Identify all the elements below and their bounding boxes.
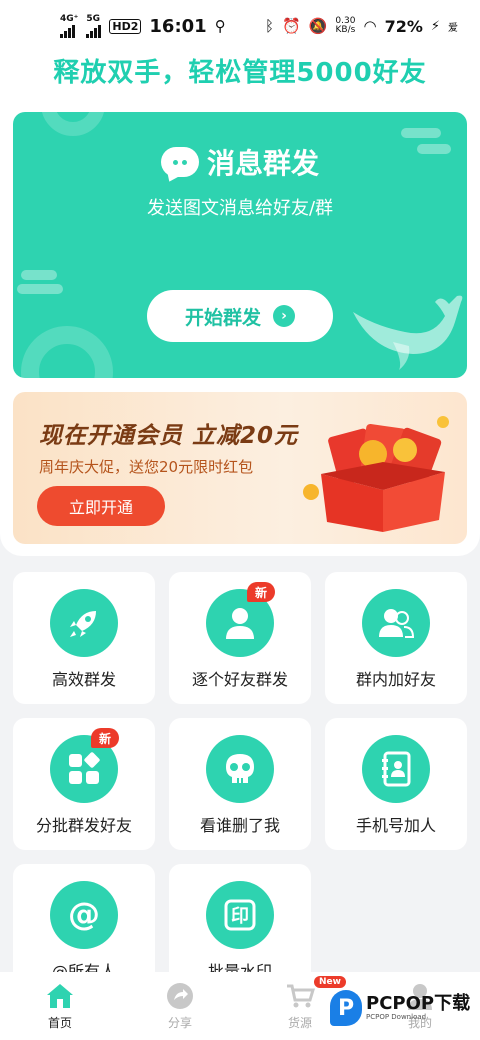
start-mass-send-button[interactable]: 开始群发 › — [147, 290, 333, 342]
new-badge: 新 — [91, 728, 120, 748]
alarm-icon: ⏰ — [282, 17, 301, 35]
skull-icon — [206, 735, 274, 803]
chat-bubble-icon — [160, 147, 199, 177]
page-headline: 释放双手，轻松管理5000好友 — [53, 58, 427, 88]
signal-icon — [86, 24, 102, 38]
feature-tile[interactable]: 逐个好友群发 新 — [169, 572, 311, 704]
clock: 16:01 — [149, 15, 207, 37]
nav-share-label: 分享 — [167, 1016, 192, 1030]
battery-level: 72% — [384, 16, 423, 36]
whale-icon — [353, 295, 463, 370]
usb-icon: ⚲ — [214, 17, 226, 35]
svg-text:印: 印 — [231, 906, 249, 927]
net-label-4g: 4G⁺ — [60, 13, 79, 24]
feature-tile[interactable]: 高效群发 — [13, 572, 155, 704]
wifi-icon: ◠ — [363, 17, 377, 35]
contact-book-icon — [362, 735, 430, 803]
pcpop-logo-icon: P — [330, 990, 362, 1026]
feature-tile-label: 群内加好友 — [355, 670, 436, 689]
feature-tile[interactable]: 群内加好友 — [325, 572, 467, 704]
bluetooth-icon: ᛒ — [265, 17, 275, 35]
hero-title: 消息群发 — [206, 147, 319, 180]
net-label-5g: 5G — [86, 13, 101, 24]
mute-icon: 🔕 — [308, 17, 328, 35]
vip-promo-banner[interactable]: 现在开通会员 立减20元 周年庆大促，送您20元限时红包 立即开通 — [13, 392, 467, 544]
at-icon: @ — [50, 881, 118, 949]
watermark-sub: PCPOP Download — [366, 1013, 427, 1021]
signal-icon — [60, 24, 78, 38]
feature-tile-label: 高效群发 — [51, 670, 116, 689]
network-5g: 5G — [86, 13, 102, 38]
feature-tile[interactable]: 看谁删了我 — [169, 718, 311, 850]
people-icon — [362, 589, 430, 657]
svg-text:@: @ — [68, 896, 100, 933]
decor-cloud — [21, 270, 57, 280]
arrow-right-icon: › — [273, 305, 295, 327]
decor-cloud — [401, 128, 441, 138]
feature-tile[interactable]: 分批群发好友 新 — [13, 718, 155, 850]
promo-subtitle: 周年庆大促，送您20元限时红包 — [39, 458, 254, 476]
watermark: P PCPOP下载 PCPOP Download — [330, 990, 470, 1026]
share-icon — [167, 983, 193, 1009]
nav-home-label: 首页 — [47, 1016, 72, 1030]
home-icon — [47, 984, 73, 1008]
promo-title: 现在开通会员 立减20元 — [39, 423, 299, 449]
mass-message-card[interactable]: 消息群发 发送图文消息给好友/群 开始群发 › — [13, 112, 467, 378]
status-bar: 4G⁺ 5G HD2 16:01 ⚲ ᛒ ⏰ 🔕 0.30 KB/s ◠ 72%… — [0, 0, 480, 52]
decor-ring — [21, 326, 113, 378]
nav-home[interactable]: 首页 — [0, 972, 120, 1040]
stamp-icon: 印 — [206, 881, 274, 949]
hero-title-row: 消息群发 — [13, 142, 467, 182]
cart-icon — [287, 984, 315, 1008]
nav-new-badge: New — [314, 976, 346, 988]
decor-cloud — [17, 284, 63, 294]
start-mass-send-label: 开始群发 — [184, 306, 261, 329]
charging-icon: ⚡ — [430, 18, 440, 34]
feature-tile-label: 看谁删了我 — [199, 816, 280, 835]
carrier-note: 爱 — [448, 22, 458, 34]
hero-subtitle: 发送图文消息给好友/群 — [146, 198, 334, 219]
net-speed: 0.30 KB/s — [335, 17, 355, 35]
feature-tile[interactable]: 手机号加人 — [325, 718, 467, 850]
rocket-icon — [50, 589, 118, 657]
new-badge: 新 — [247, 582, 276, 602]
watermark-text-block: PCPOP下载 PCPOP Download — [366, 993, 471, 1022]
nav-share[interactable]: 分享 — [120, 972, 240, 1040]
watermark-brand: PCPOP下载 — [366, 993, 471, 1014]
network-4g: 4G⁺ — [60, 13, 79, 38]
red-envelope-gift-icon — [303, 416, 449, 532]
decor-ring — [41, 112, 105, 136]
feature-tile-label: 分批群发好友 — [35, 816, 132, 835]
nav-source-label: 货源 — [287, 1016, 312, 1030]
feature-tile-label: 逐个好友群发 — [191, 670, 288, 689]
net-speed-unit: KB/s — [335, 25, 356, 35]
feature-tile-label: 手机号加人 — [355, 816, 436, 835]
hd-badge: HD2 — [109, 18, 142, 34]
open-vip-button[interactable]: 立即开通 — [37, 486, 165, 526]
